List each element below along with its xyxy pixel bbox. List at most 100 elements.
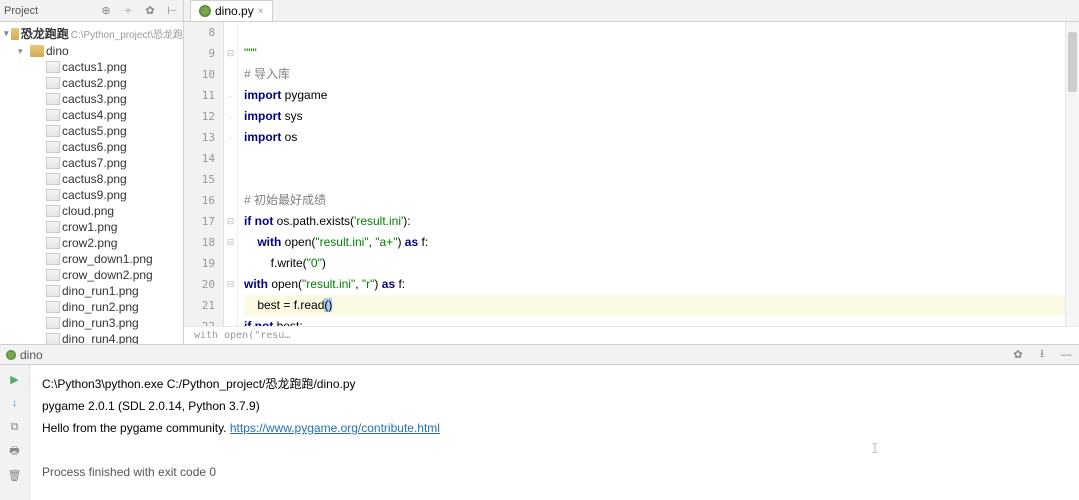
console-tab-label[interactable]: dino xyxy=(20,348,43,362)
file-icon xyxy=(46,221,60,233)
tree-file[interactable]: crow2.png xyxy=(0,235,183,251)
file-name: crow_down2.png xyxy=(62,268,153,282)
tree-file[interactable]: cactus4.png xyxy=(0,107,183,123)
code-line[interactable]: best = f.read() xyxy=(244,295,1079,316)
gear-icon[interactable]: ✿ xyxy=(1011,348,1025,362)
tree-file[interactable]: cactus2.png xyxy=(0,75,183,91)
wrap-icon[interactable]: ⧉ xyxy=(7,419,23,435)
code-line[interactable]: import sys xyxy=(244,106,1079,127)
console-line: C:\Python3\python.exe C:/Python_project/… xyxy=(42,373,1067,395)
editor-area: dino.py × 8910111213141516171819202122 ⊟… xyxy=(184,0,1079,344)
tree-file[interactable]: crow1.png xyxy=(0,219,183,235)
scroll-down-icon[interactable]: ↓ xyxy=(7,395,23,411)
file-icon xyxy=(46,301,60,313)
rerun-icon[interactable]: ▶ xyxy=(7,371,23,387)
tab-label: dino.py xyxy=(215,4,254,18)
editor-breadcrumb[interactable]: with open("resu… xyxy=(184,326,1079,344)
editor-tab-bar: dino.py × xyxy=(184,0,1079,22)
download-icon[interactable]: ⭳ xyxy=(1035,348,1049,362)
file-name: cactus2.png xyxy=(62,76,127,90)
file-icon xyxy=(46,77,60,89)
project-title: Project xyxy=(4,5,38,17)
code-line[interactable] xyxy=(244,22,1079,43)
file-icon xyxy=(46,317,60,329)
code-line[interactable]: f.write("0") xyxy=(244,253,1079,274)
file-icon xyxy=(46,157,60,169)
file-icon xyxy=(46,189,60,201)
python-file-icon xyxy=(199,5,211,17)
tree-file[interactable]: dino_run4.png xyxy=(0,331,183,344)
tree-file[interactable]: cactus8.png xyxy=(0,171,183,187)
python-file-icon xyxy=(6,350,16,360)
file-name: cactus8.png xyxy=(62,172,127,186)
code-line[interactable] xyxy=(244,169,1079,190)
file-name: cactus5.png xyxy=(62,124,127,138)
console-line xyxy=(42,439,1067,461)
tree-file[interactable]: crow_down1.png xyxy=(0,251,183,267)
console-exit-line: Process finished with exit code 0 xyxy=(42,461,1067,483)
editor-tab[interactable]: dino.py × xyxy=(190,0,273,21)
console-line: Hello from the pygame community. https:/… xyxy=(42,417,1067,439)
console-toolbar: ▶ ↓ ⧉ 🖶 🗑 xyxy=(0,365,30,500)
tree-file[interactable]: dino_run1.png xyxy=(0,283,183,299)
fold-column[interactable]: ⊟···⊟⊟⊟ xyxy=(224,22,238,326)
code-line[interactable]: # 导入库 xyxy=(244,64,1079,85)
run-console: dino ✿ ⭳ — ▶ ↓ ⧉ 🖶 🗑 C:\Python3\python.e… xyxy=(0,345,1079,500)
hide-icon[interactable]: ⊢ xyxy=(165,4,179,18)
project-root[interactable]: ▾ 恐龙跑跑 C:\Python_project\恐龙跑 xyxy=(0,24,183,43)
project-tree[interactable]: ▾ 恐龙跑跑 C:\Python_project\恐龙跑 ▾ dino cact… xyxy=(0,22,183,344)
file-name: cloud.png xyxy=(62,204,114,218)
folder-icon xyxy=(11,28,18,40)
code-line[interactable]: import pygame xyxy=(244,85,1079,106)
console-line: pygame 2.0.1 (SDL 2.0.14, Python 3.7.9) xyxy=(42,395,1067,417)
code-line[interactable]: if not os.path.exists('result.ini'): xyxy=(244,211,1079,232)
file-icon xyxy=(46,333,60,344)
tree-file[interactable]: dino_run2.png xyxy=(0,299,183,315)
trash-icon[interactable]: 🗑 xyxy=(7,467,23,483)
hide-icon[interactable]: — xyxy=(1059,348,1073,362)
console-output[interactable]: C:\Python3\python.exe C:/Python_project/… xyxy=(30,365,1079,500)
tree-file[interactable]: dino_run3.png xyxy=(0,315,183,331)
tree-file[interactable]: cloud.png xyxy=(0,203,183,219)
line-gutter: 8910111213141516171819202122 xyxy=(184,22,224,326)
file-name: cactus3.png xyxy=(62,92,127,106)
tree-file[interactable]: cactus7.png xyxy=(0,155,183,171)
collapse-icon[interactable]: ⊕ xyxy=(99,4,113,18)
code-line[interactable]: # 初始最好成绩 xyxy=(244,190,1079,211)
tree-file[interactable]: crow_down2.png xyxy=(0,267,183,283)
close-icon[interactable]: × xyxy=(258,6,264,17)
root-path: C:\Python_project\恐龙跑 xyxy=(71,26,183,41)
file-name: dino_run4.png xyxy=(62,332,139,344)
tree-file[interactable]: cactus5.png xyxy=(0,123,183,139)
code-line[interactable]: if not best: xyxy=(244,316,1079,326)
file-name: dino_run1.png xyxy=(62,284,139,298)
file-icon xyxy=(46,109,60,121)
project-panel: Project ⊕ ÷ ✿ ⊢ ▾ 恐龙跑跑 C:\Python_project… xyxy=(0,0,184,344)
file-name: cactus4.png xyxy=(62,108,127,122)
tree-file[interactable]: cactus6.png xyxy=(0,139,183,155)
code-content[interactable]: """# 导入库import pygameimport sysimport os… xyxy=(238,22,1079,326)
code-line[interactable]: import os xyxy=(244,127,1079,148)
console-link[interactable]: https://www.pygame.org/contribute.html xyxy=(230,421,440,435)
code-line[interactable]: """ xyxy=(244,43,1079,64)
code-editor[interactable]: 8910111213141516171819202122 ⊟···⊟⊟⊟ """… xyxy=(184,22,1079,326)
editor-scrollbar[interactable] xyxy=(1065,22,1079,326)
file-icon xyxy=(46,61,60,73)
file-name: cactus1.png xyxy=(62,60,127,74)
gear-icon[interactable]: ✿ xyxy=(143,4,157,18)
code-line[interactable]: with open("result.ini", "a+") as f: xyxy=(244,232,1079,253)
file-name: crow_down1.png xyxy=(62,252,153,266)
code-line[interactable] xyxy=(244,148,1079,169)
code-line[interactable]: with open("result.ini", "r") as f: xyxy=(244,274,1079,295)
divide-icon[interactable]: ÷ xyxy=(121,4,135,18)
console-header: dino ✿ ⭳ — xyxy=(0,345,1079,365)
text-cursor-icon: 𝙸 xyxy=(870,437,871,453)
tree-file[interactable]: cactus9.png xyxy=(0,187,183,203)
tree-folder[interactable]: ▾ dino xyxy=(0,43,183,59)
file-icon xyxy=(46,253,60,265)
file-name: cactus6.png xyxy=(62,140,127,154)
tree-file[interactable]: cactus1.png xyxy=(0,59,183,75)
file-icon xyxy=(46,93,60,105)
print-icon[interactable]: 🖶 xyxy=(7,443,23,459)
tree-file[interactable]: cactus3.png xyxy=(0,91,183,107)
